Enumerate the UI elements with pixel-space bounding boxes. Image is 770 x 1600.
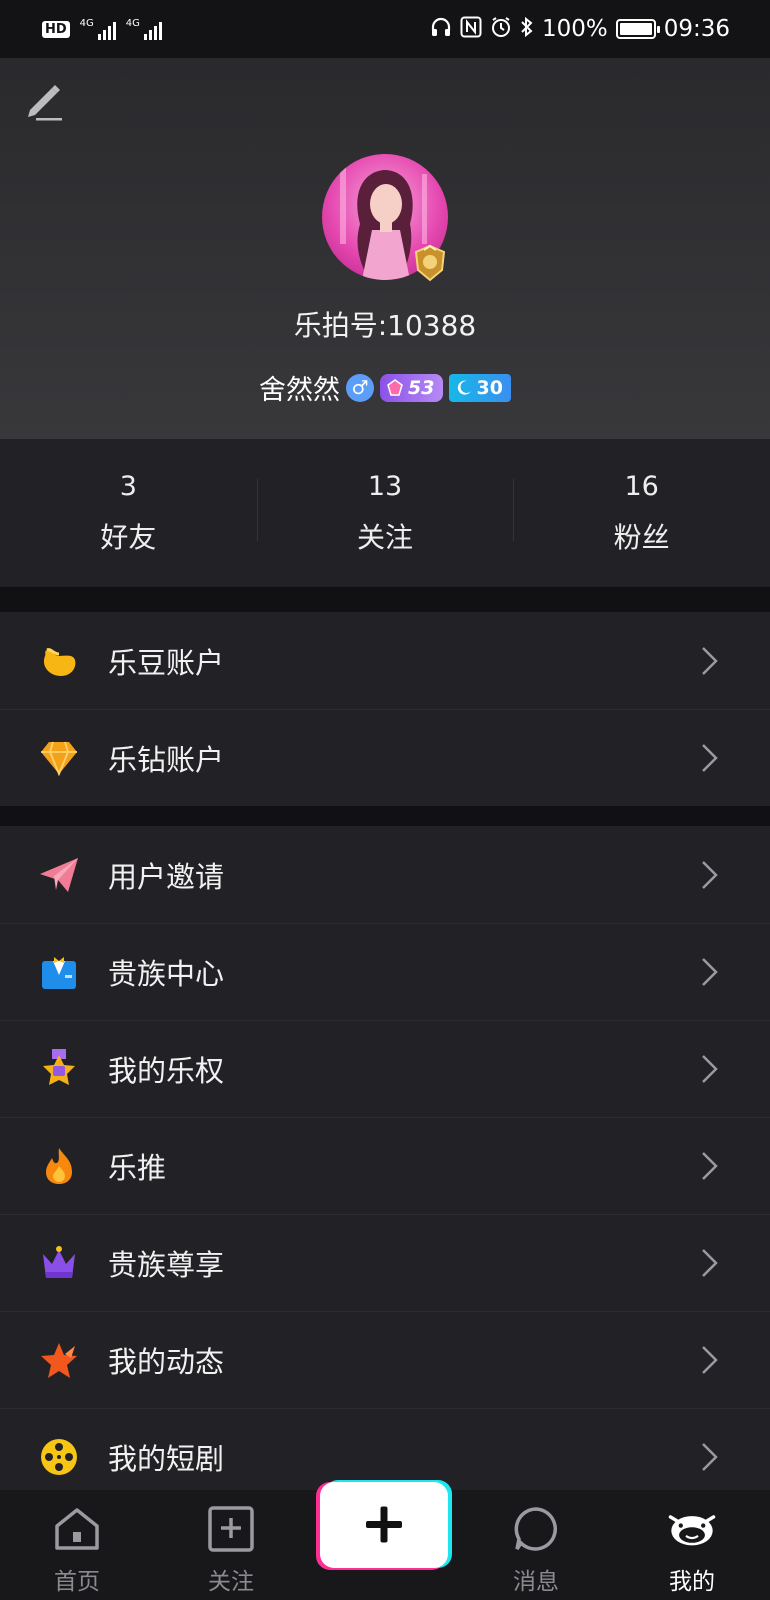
- chevron-right-icon: [702, 860, 718, 889]
- clock: 09:36: [663, 16, 730, 42]
- wealth-level-badge: 53: [380, 373, 443, 402]
- menu-item-le-diamond-account[interactable]: 乐钻账户: [0, 709, 770, 806]
- stat-following[interactable]: 13 关注: [256, 439, 514, 587]
- crown-icon: [38, 1242, 80, 1284]
- diamond-icon: [38, 737, 80, 779]
- menu-item-noble-exclusive[interactable]: 贵族尊享: [0, 1214, 770, 1311]
- chevron-right-icon: [702, 1442, 718, 1471]
- rights-medal-icon: [38, 1048, 80, 1090]
- stats-bar: 3 好友 13 关注 16 粉丝: [0, 439, 770, 587]
- nav-home[interactable]: 首页: [17, 1490, 137, 1600]
- menu-item-le-bean-account[interactable]: 乐豆账户: [0, 612, 770, 709]
- alarm-icon: [490, 16, 512, 43]
- hd-indicator: HD: [42, 20, 70, 38]
- menu-item-my-rights[interactable]: 我的乐权: [0, 1020, 770, 1117]
- follow-icon: [206, 1504, 256, 1554]
- bean-icon: [38, 640, 80, 682]
- battery-percent: 100%: [541, 16, 608, 42]
- feature-menu: 用户邀请 贵族中心 我的乐权 乐推 贵族尊享 我的动态 我的短剧: [0, 826, 770, 1505]
- nav-me[interactable]: 我的: [632, 1490, 752, 1600]
- moon-icon: [457, 380, 471, 395]
- star-icon: [38, 1339, 80, 1381]
- stat-value: 16: [624, 470, 659, 502]
- stat-value: 13: [367, 470, 403, 502]
- menu-item-my-moments[interactable]: 我的动态: [0, 1311, 770, 1408]
- headphones-icon: [430, 16, 452, 43]
- stat-fans[interactable]: 16 粉丝: [513, 439, 770, 587]
- flame-icon: [38, 1145, 80, 1187]
- bluetooth-icon: [520, 16, 534, 43]
- message-icon: [511, 1504, 561, 1554]
- signal-icon: 4G: [80, 18, 116, 40]
- create-post-button[interactable]: [314, 1478, 454, 1572]
- nfc-icon: [460, 16, 482, 43]
- profile-header: 乐拍号:10388 舍然然 ♂ 53 30: [0, 58, 770, 439]
- signal-icon: 4G: [126, 18, 162, 40]
- stat-label: 好友: [100, 520, 157, 554]
- stat-label: 关注: [357, 520, 414, 554]
- menu-item-noble-center[interactable]: 贵族中心: [0, 923, 770, 1020]
- noble-crest-icon: [414, 244, 446, 282]
- stat-friends[interactable]: 3 好友: [0, 439, 257, 587]
- paper-plane-icon: [38, 854, 80, 896]
- username: 舍然然: [259, 375, 341, 406]
- stat-value: 3: [119, 470, 137, 502]
- chevron-right-icon: [702, 957, 718, 986]
- male-gender-icon: ♂: [346, 373, 375, 402]
- chevron-right-icon: [702, 743, 718, 772]
- menu-item-le-push[interactable]: 乐推: [0, 1117, 770, 1214]
- status-bar: HD 4G 4G 100% 09:36: [0, 0, 770, 58]
- chevron-right-icon: [702, 1151, 718, 1180]
- user-id: 乐拍号:10388: [293, 309, 477, 342]
- pencil-icon: [28, 85, 62, 121]
- menu-item-user-invite[interactable]: 用户邀请: [0, 826, 770, 923]
- cow-face-icon: [667, 1504, 717, 1554]
- stat-label: 粉丝: [613, 520, 670, 554]
- home-icon: [52, 1504, 102, 1554]
- chevron-right-icon: [702, 646, 718, 675]
- nav-messages[interactable]: 消息: [476, 1490, 596, 1600]
- chevron-right-icon: [702, 1248, 718, 1277]
- battery-icon: [615, 19, 660, 39]
- film-reel-icon: [38, 1436, 80, 1478]
- name-row: 舍然然 ♂ 53 30: [0, 368, 770, 407]
- gem-icon: [387, 378, 403, 396]
- noble-suit-icon: [38, 951, 80, 993]
- chevron-right-icon: [702, 1054, 718, 1083]
- account-menu: 乐豆账户 乐钻账户: [0, 612, 770, 806]
- chevron-right-icon: [702, 1345, 718, 1374]
- charm-level-badge: 30: [448, 373, 511, 402]
- edit-profile-button[interactable]: [22, 78, 64, 122]
- nav-follow[interactable]: 关注: [171, 1490, 291, 1600]
